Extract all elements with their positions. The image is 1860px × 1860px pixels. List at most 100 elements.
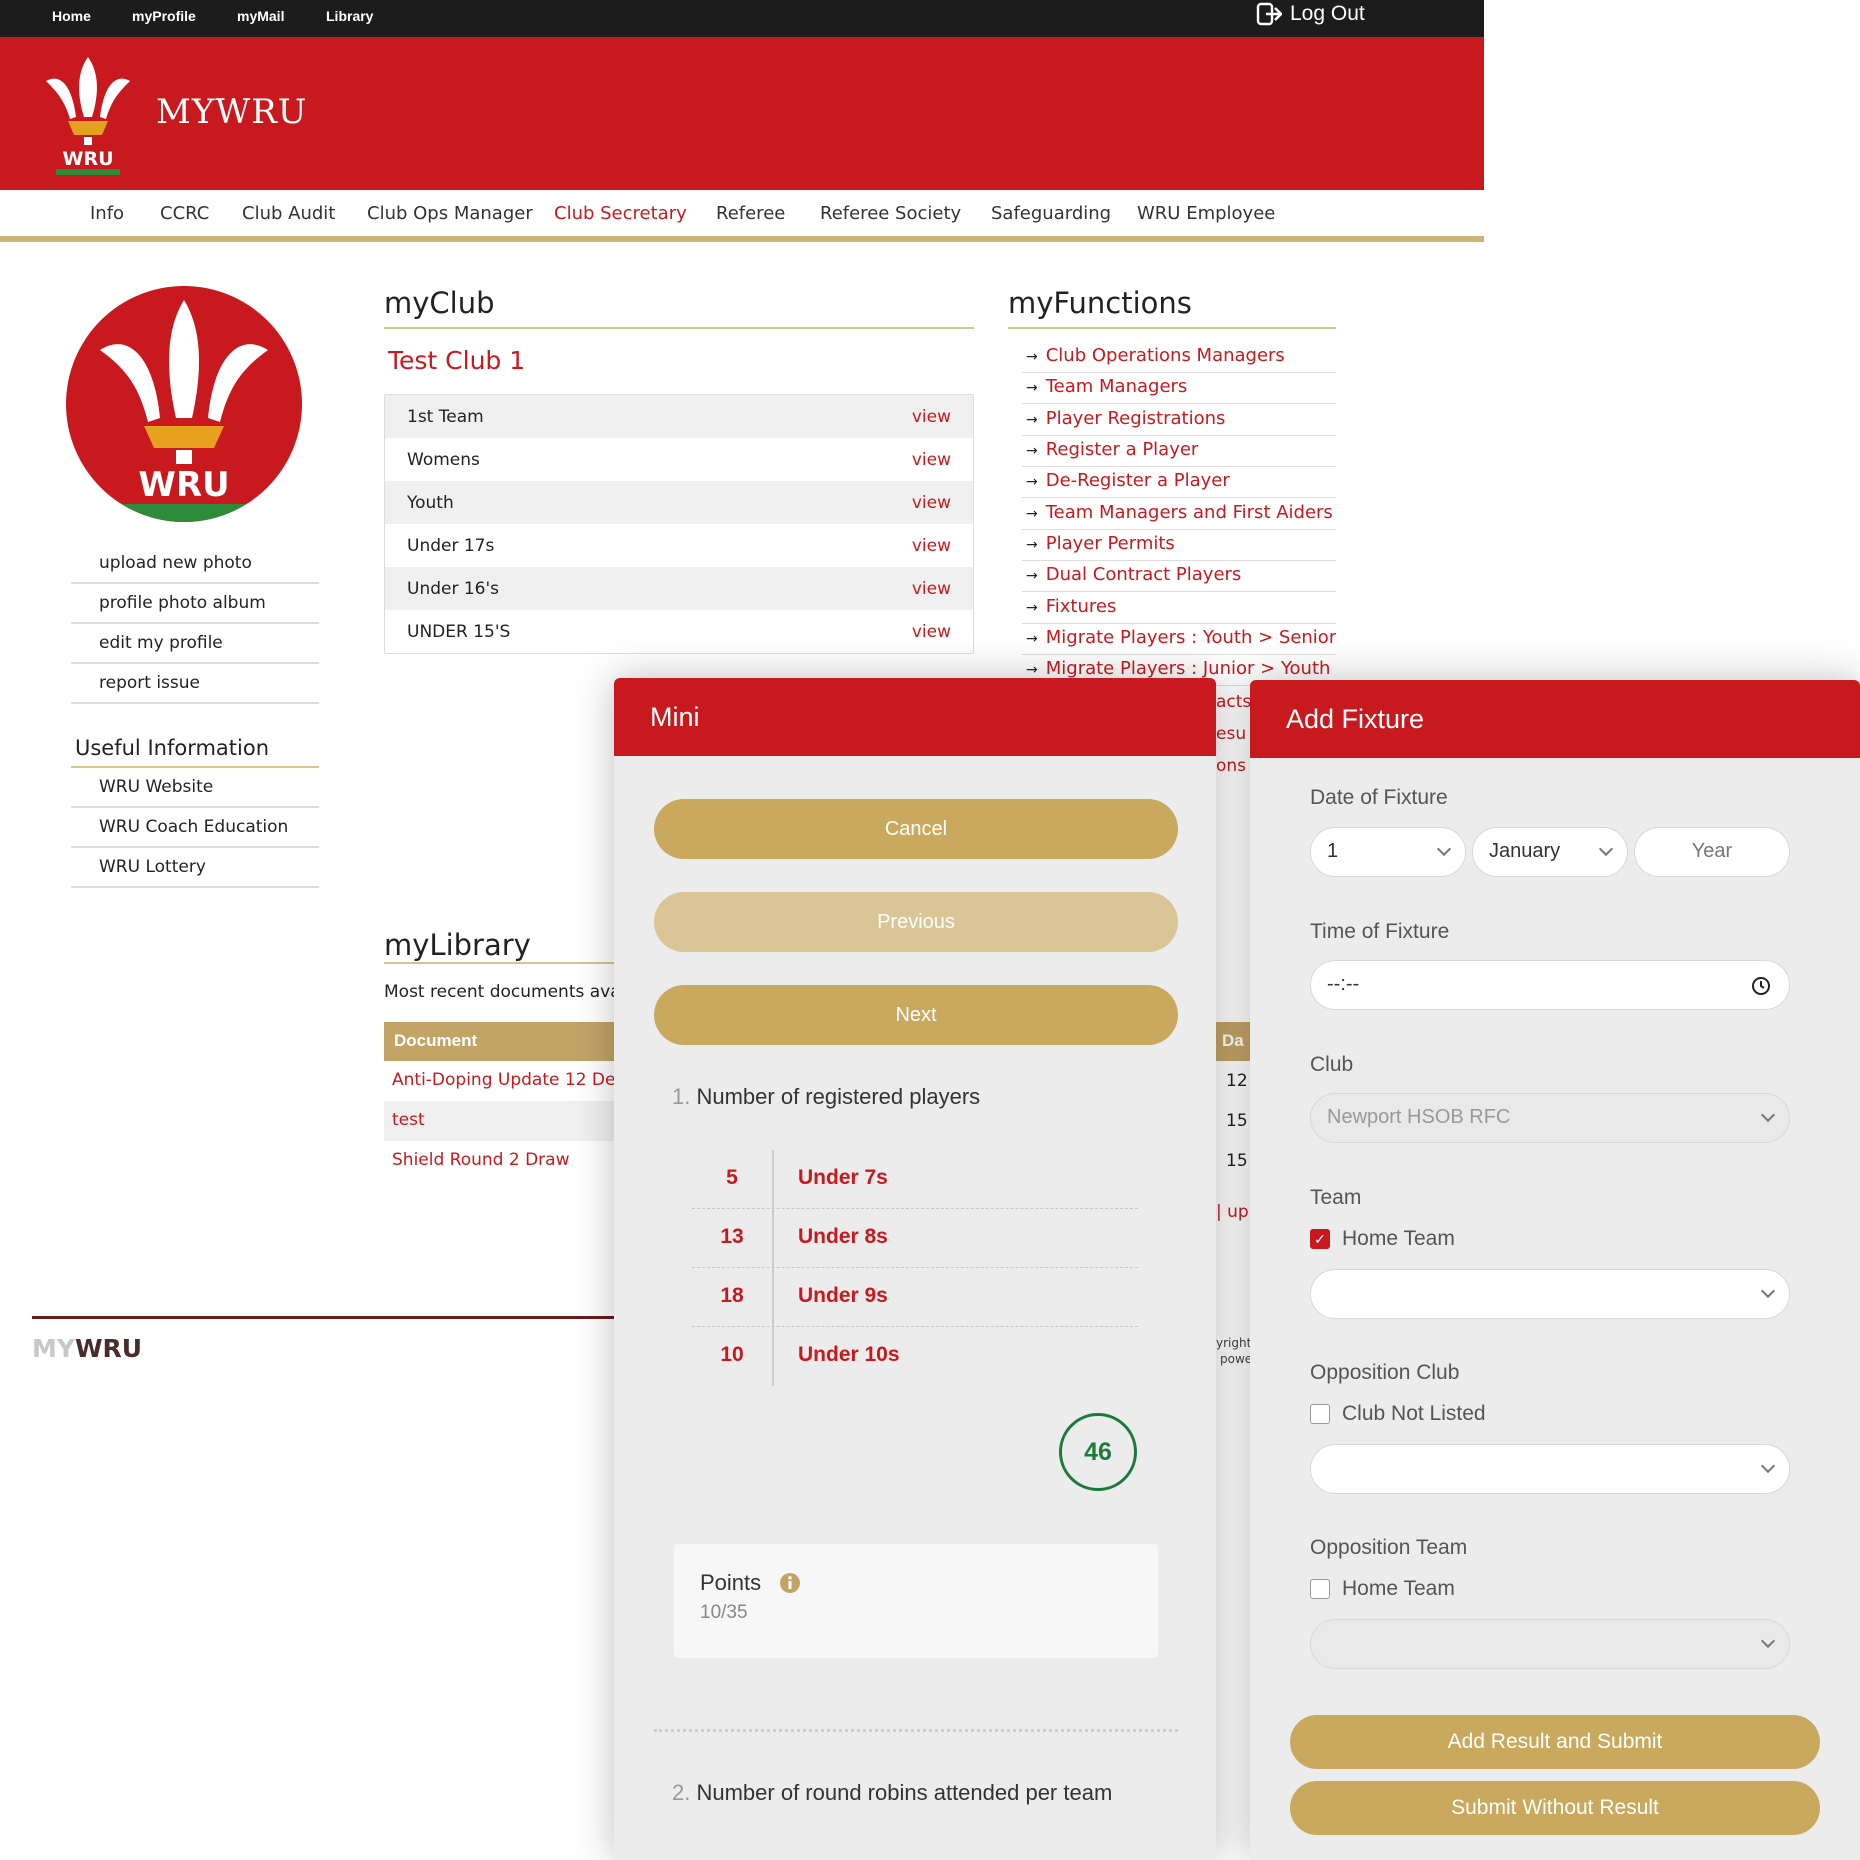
list-item: 18 Under 9s — [692, 1268, 1138, 1327]
nav-info[interactable]: Info — [90, 203, 124, 224]
edit-profile-link[interactable]: edit my profile — [71, 624, 319, 664]
wru-feathers-logo[interactable]: WRU — [40, 51, 136, 175]
function-link[interactable]: → Migrate Players : Youth > Senior — [1022, 624, 1336, 655]
opposition-team-select[interactable] — [1310, 1619, 1790, 1669]
arrow-right-icon: → — [1026, 349, 1038, 365]
table-row[interactable]: Anti-Doping Update 12 Dec — [384, 1061, 624, 1101]
function-fragment[interactable]: ons — [1216, 756, 1246, 776]
submit-without-result-button[interactable]: Submit Without Result — [1290, 1781, 1820, 1835]
chevron-down-icon — [1436, 841, 1452, 857]
chevron-down-icon — [1598, 841, 1614, 857]
topnav-mymail[interactable]: myMail — [237, 8, 284, 24]
total-players-badge: 46 — [1059, 1413, 1137, 1491]
time-input[interactable]: --:-- — [1310, 960, 1790, 1010]
view-link[interactable]: view — [912, 579, 951, 599]
table-row: 1st Team view — [385, 395, 973, 438]
topnav-library[interactable]: Library — [326, 8, 373, 24]
table-row: Under 16's view — [385, 567, 973, 610]
avatar[interactable]: WRU — [66, 286, 302, 522]
club-not-listed-checkbox[interactable]: Club Not Listed — [1310, 1402, 1486, 1426]
upload-photo-link[interactable]: upload new photo — [71, 544, 319, 584]
list-item: 5 Under 7s — [692, 1150, 1138, 1209]
nav-ccrc[interactable]: CCRC — [160, 203, 209, 224]
arrow-right-icon: → — [1026, 600, 1038, 616]
arrow-right-icon: → — [1026, 537, 1038, 553]
function-fragment[interactable]: esu — [1216, 724, 1246, 744]
table-row[interactable]: Shield Round 2 Draw — [384, 1141, 624, 1181]
add-fixture-modal: Add Fixture Date of Fixture 1 January Ye… — [1250, 680, 1860, 1860]
function-link[interactable]: → Club Operations Managers — [1022, 342, 1336, 373]
top-nav-bar: Home myProfile myMail Library Log Out — [0, 0, 1484, 37]
team-name: Youth — [407, 492, 454, 513]
nav-safeguarding[interactable]: Safeguarding — [991, 203, 1111, 224]
wru-coach-education-link[interactable]: WRU Coach Education — [71, 808, 319, 848]
function-link[interactable]: → Player Permits — [1022, 530, 1336, 561]
view-link[interactable]: view — [912, 622, 951, 642]
table-row[interactable]: test — [384, 1101, 624, 1141]
nav-club-audit[interactable]: Club Audit — [242, 203, 335, 224]
function-link[interactable]: → De-Register a Player — [1022, 467, 1336, 498]
topnav-home[interactable]: Home — [52, 8, 91, 24]
wru-lottery-link[interactable]: WRU Lottery — [71, 848, 319, 888]
club-select[interactable]: Newport HSOB RFC — [1310, 1093, 1790, 1143]
month-select[interactable]: January — [1472, 827, 1628, 877]
arrow-right-icon: → — [1026, 443, 1038, 459]
nav-club-secretary[interactable]: Club Secretary — [554, 203, 687, 224]
mini-modal: Mini Cancel Previous Next 1. Number of r… — [614, 678, 1216, 1860]
arrow-right-icon: → — [1026, 412, 1038, 428]
site-header: WRU MYWRU — [0, 37, 1484, 190]
chevron-down-icon — [1760, 1283, 1776, 1299]
function-fragment[interactable]: acts — [1216, 692, 1251, 712]
date-label: Date of Fixture — [1310, 786, 1448, 809]
wru-website-link[interactable]: WRU Website — [71, 768, 319, 808]
myfunctions-heading: myFunctions — [1008, 286, 1192, 320]
function-link[interactable]: → Team Managers and First Aiders — [1022, 499, 1336, 530]
points-value: 10/35 — [700, 1602, 748, 1623]
view-link[interactable]: view — [912, 407, 951, 427]
footer-fragment: yright — [1216, 1336, 1252, 1350]
add-result-submit-button[interactable]: Add Result and Submit — [1290, 1715, 1820, 1769]
footer-fragment: powe — [1220, 1352, 1253, 1366]
footer-rule — [32, 1316, 632, 1319]
arrow-right-icon: → — [1026, 568, 1038, 584]
view-link[interactable]: view — [912, 536, 951, 556]
function-link[interactable]: → Fixtures — [1022, 593, 1336, 624]
info-icon[interactable] — [779, 1572, 801, 1594]
question-2: 2. Number of round robins attended per t… — [672, 1780, 1113, 1805]
day-select[interactable]: 1 — [1310, 827, 1466, 877]
opposition-home-team-checkbox[interactable]: Home Team — [1310, 1577, 1455, 1601]
photo-album-link[interactable]: profile photo album — [71, 584, 319, 624]
report-issue-link[interactable]: report issue — [71, 664, 319, 704]
myclub-rule — [384, 327, 974, 329]
nav-referee[interactable]: Referee — [716, 203, 785, 224]
footer-brand: MYWRU — [32, 1334, 143, 1363]
myclub-heading: myClub — [384, 286, 495, 320]
function-link[interactable]: → Team Managers — [1022, 373, 1336, 404]
view-link[interactable]: view — [912, 493, 951, 513]
previous-button[interactable]: Previous — [654, 892, 1178, 952]
table-row: UNDER 15'S view — [385, 610, 973, 653]
nav-referee-society[interactable]: Referee Society — [820, 203, 961, 224]
add-fixture-title: Add Fixture — [1250, 680, 1860, 758]
date-fragment: 15 — [1226, 1111, 1248, 1131]
arrow-right-icon: → — [1026, 474, 1038, 490]
nav-wru-employee[interactable]: WRU Employee — [1137, 203, 1275, 224]
year-input[interactable]: Year — [1634, 827, 1790, 877]
nav-club-ops-manager[interactable]: Club Ops Manager — [367, 203, 533, 224]
next-button[interactable]: Next — [654, 985, 1178, 1045]
function-link[interactable]: → Player Registrations — [1022, 405, 1336, 436]
cancel-button[interactable]: Cancel — [654, 799, 1178, 859]
logout-button[interactable]: Log Out — [1256, 2, 1365, 26]
chevron-down-icon — [1760, 1458, 1776, 1474]
library-link-fragment[interactable]: | up — [1216, 1202, 1249, 1222]
topnav-myprofile[interactable]: myProfile — [132, 8, 196, 24]
club-name: Test Club 1 — [388, 346, 526, 375]
date-fragment: 15 — [1226, 1151, 1248, 1171]
home-team-checkbox[interactable]: ✓ Home Team — [1310, 1227, 1455, 1251]
team-select[interactable] — [1310, 1269, 1790, 1319]
opposition-club-select[interactable] — [1310, 1444, 1790, 1494]
function-link[interactable]: → Register a Player — [1022, 436, 1336, 467]
opposition-team-label: Opposition Team — [1310, 1536, 1468, 1559]
view-link[interactable]: view — [912, 450, 951, 470]
function-link[interactable]: → Dual Contract Players — [1022, 561, 1336, 592]
